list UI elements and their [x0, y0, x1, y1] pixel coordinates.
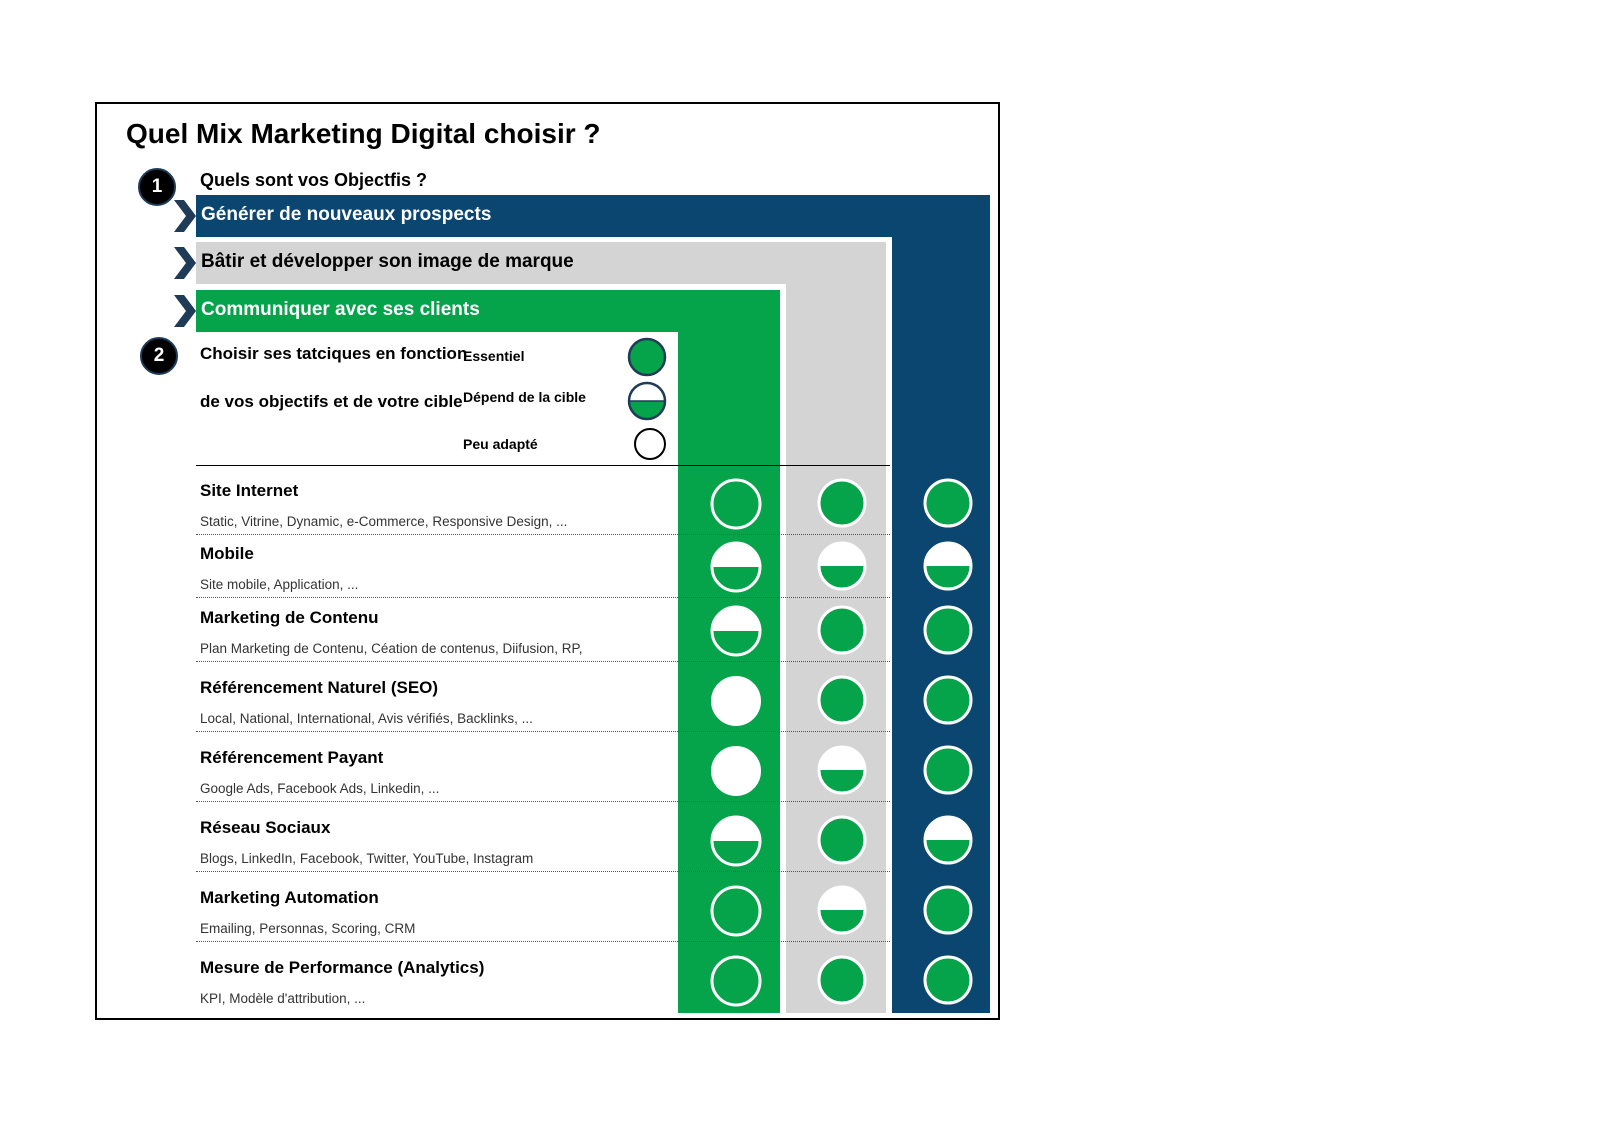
- rating-full-circle-icon: [923, 478, 973, 528]
- chevron-right-icon: [174, 247, 196, 279]
- legend-half-circle-icon: [627, 381, 667, 421]
- tactic-subtitle: Static, Vitrine, Dynamic, e-Commerce, Re…: [200, 514, 568, 529]
- band-green-header: Communiquer avec ses clients: [196, 290, 780, 332]
- row-divider: [196, 661, 890, 662]
- row-divider: [196, 941, 890, 942]
- legend-label-peu: Peu adapté: [463, 436, 538, 452]
- step-1-badge: 1: [138, 168, 176, 206]
- tactic-subtitle: KPI, Modèle d'attribution, ...: [200, 991, 366, 1006]
- header-separator: [196, 465, 890, 466]
- rating-full-circle-icon: [817, 815, 867, 865]
- row-divider: [196, 731, 890, 732]
- step-1-heading: Quels sont vos Objectfis ?: [200, 170, 428, 190]
- rating-half-circle-icon: [710, 815, 762, 867]
- chevron-right-icon: [174, 200, 196, 232]
- row-divider: [196, 871, 890, 872]
- tactic-title: Référencement Naturel (SEO): [200, 678, 439, 697]
- legend-empty-circle-icon: [634, 428, 666, 460]
- tactic-title: Réseau Sociaux: [200, 818, 331, 837]
- tactic-subtitle: Plan Marketing de Contenu, Céation de co…: [200, 641, 583, 656]
- rating-full-circle-icon: [817, 605, 867, 655]
- rating-full-circle-icon: [817, 675, 867, 725]
- rating-full-circle-icon: [923, 675, 973, 725]
- rating-full-circle-icon: [923, 885, 973, 935]
- rating-half-circle-icon: [710, 541, 762, 593]
- tactic-subtitle: Local, National, International, Avis vér…: [200, 711, 533, 726]
- page-title: Quel Mix Marketing Digital choisir ?: [126, 118, 601, 149]
- objective-label-prospects: Générer de nouveaux prospects: [201, 204, 492, 225]
- row-divider: [196, 801, 890, 802]
- row-divider: [196, 534, 890, 535]
- band-grey-header: Bâtir et développer son image de marque: [196, 242, 886, 284]
- legend-full-circle-icon: [627, 337, 667, 377]
- objective-label-clients: Communiquer avec ses clients: [201, 299, 480, 320]
- tactic-title: Mesure de Performance (Analytics): [200, 958, 485, 977]
- row-divider: [196, 597, 890, 598]
- rating-half-circle-icon: [710, 605, 762, 657]
- rating-full-circle-icon: [817, 478, 867, 528]
- legend-label-essentiel: Essentiel: [463, 348, 525, 364]
- rating-half-circle-icon: [923, 815, 973, 865]
- band-navy-header: Générer de nouveaux prospects: [196, 195, 990, 237]
- rating-full-circle-icon: [923, 955, 973, 1005]
- rating-full-circle-icon: [710, 885, 762, 937]
- tactic-title: Mobile: [200, 544, 254, 563]
- rating-half-circle-icon: [817, 541, 867, 591]
- tactic-subtitle: Blogs, LinkedIn, Facebook, Twitter, YouT…: [200, 851, 534, 866]
- rating-half-circle-icon: [923, 541, 973, 591]
- tactic-subtitle: Site mobile, Application, ...: [200, 577, 359, 592]
- tactic-subtitle: Google Ads, Facebook Ads, Linkedin, ...: [200, 781, 440, 796]
- tactic-title: Site Internet: [200, 481, 299, 500]
- tactic-subtitle: Emailing, Personnas, Scoring, CRM: [200, 921, 416, 936]
- legend-label-depend: Dépend de la cible: [463, 389, 586, 405]
- step-2-line1: Choisir ses tatciques en fonction: [200, 344, 468, 363]
- step-2-badge: 2: [140, 337, 178, 375]
- tactic-title: Marketing Automation: [200, 888, 379, 907]
- rating-half-circle-icon: [817, 745, 867, 795]
- tactic-title: Référencement Payant: [200, 748, 384, 767]
- rating-empty-circle-icon: [711, 676, 761, 726]
- rating-full-circle-icon: [710, 478, 762, 530]
- objective-label-brand: Bâtir et développer son image de marque: [201, 251, 574, 272]
- rating-empty-circle-icon: [711, 746, 761, 796]
- chevron-right-icon: [174, 295, 196, 327]
- tactic-title: Marketing de Contenu: [200, 608, 379, 627]
- rating-half-circle-icon: [817, 885, 867, 935]
- rating-full-circle-icon: [817, 955, 867, 1005]
- rating-full-circle-icon: [710, 955, 762, 1007]
- rating-full-circle-icon: [923, 605, 973, 655]
- step-2-line2: de vos objectifs et de votre cible: [200, 392, 463, 411]
- rating-full-circle-icon: [923, 745, 973, 795]
